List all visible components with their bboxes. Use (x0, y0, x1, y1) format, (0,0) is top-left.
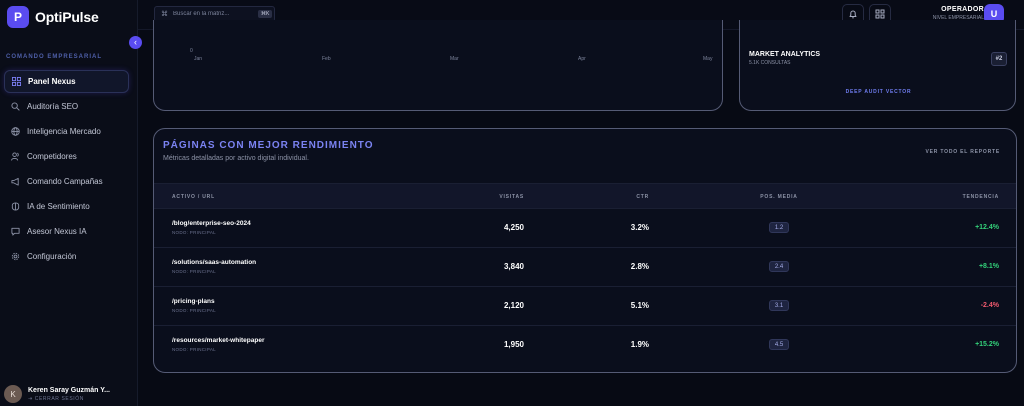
ctr-value: 2.8% (630, 262, 649, 271)
chat-icon (10, 227, 20, 237)
traffic-chart-card: 0 Jan Feb Mar Apr May (153, 20, 723, 111)
sidebar: P OptiPulse COMANDO EMPRESARIAL Panel Ne… (0, 0, 138, 406)
sidebar-item-label: Auditoría SEO (27, 102, 79, 111)
gear-icon (10, 252, 20, 262)
table-row[interactable]: /solutions/saas-automation NODO: PRINCIP… (154, 248, 1016, 287)
search-input[interactable] (173, 11, 253, 17)
chart-y-tick: 0 (190, 48, 193, 54)
brand-name: OptiPulse (35, 9, 99, 25)
logout-label: CERRAR SESIÓN (34, 395, 84, 402)
chart-x-tick: Jan (194, 56, 203, 62)
search-shortcut-badge: ⌘K (258, 10, 273, 18)
ctr-value: 3.2% (630, 223, 649, 232)
sidebar-item-label: Inteligencia Mercado (27, 127, 101, 136)
ctr-value: 1.9% (630, 340, 649, 349)
search-icon (10, 102, 20, 112)
brain-icon (10, 202, 20, 212)
visits-value: 3,840 (503, 262, 524, 271)
rank-badge: #2 (991, 52, 1007, 66)
sidebar-item-label: IA de Sentimiento (27, 202, 90, 211)
view-full-report-link[interactable]: VER TODO EL REPORTE (926, 149, 1000, 155)
visits-value: 2,120 (503, 301, 524, 310)
ctr-value: 5.1% (630, 301, 649, 310)
table-row[interactable]: /blog/enterprise-seo-2024 NODO: PRINCIPA… (154, 209, 1016, 248)
trend-value: +15.2% (975, 341, 999, 348)
market-analytics-title: MARKET ANALYTICS (749, 51, 821, 58)
sidebar-nav: Panel Nexus Auditoría SEO Inteligencia M… (4, 70, 129, 270)
megaphone-icon (10, 177, 20, 187)
sidebar-item-competidores[interactable]: Competidores (4, 145, 129, 168)
sidebar-item-panel-nexus[interactable]: Panel Nexus (4, 70, 129, 93)
avg-position-badge: 4.5 (769, 339, 789, 350)
column-header-visits: VISITAS (499, 194, 524, 200)
page-url: /resources/market-whitepaper (172, 337, 265, 344)
sidebar-item-configuracion[interactable]: Configuración (4, 245, 129, 268)
trend-value: -2.4% (980, 302, 999, 309)
user-footer: K Keren Saray Guzmán Y... ⇥ CERRAR SESIÓ… (4, 385, 110, 403)
sidebar-item-ia-sentimiento[interactable]: IA de Sentimiento (4, 195, 129, 218)
node-label: NODO: PRINCIPAL (172, 347, 216, 352)
chart-x-tick: Mar (450, 56, 459, 62)
chevron-left-icon: ‹ (134, 37, 137, 47)
visits-value: 1,950 (503, 340, 524, 349)
operator-role: OPERADOR (941, 6, 984, 13)
page-url: /blog/enterprise-seo-2024 (172, 220, 251, 227)
avatar[interactable]: K (4, 385, 22, 403)
logout-icon: ⇥ (28, 395, 35, 402)
brand[interactable]: P OptiPulse (7, 6, 99, 28)
table-row[interactable]: /resources/market-whitepaper NODO: PRINC… (154, 326, 1016, 365)
chart-x-tick: May (703, 56, 713, 62)
avg-position-badge: 3.1 (769, 300, 789, 311)
column-header-trend: TENDENCIA (962, 194, 999, 200)
avg-position-badge: 1.2 (769, 222, 789, 233)
sidebar-item-label: Competidores (27, 152, 77, 161)
page-url: /pricing-plans (172, 298, 215, 305)
sidebar-item-label: Panel Nexus (28, 77, 76, 86)
page-url: /solutions/saas-automation (172, 259, 257, 266)
sidebar-item-label: Asesor Nexus IA (27, 227, 87, 236)
logout-button[interactable]: ⇥ CERRAR SESIÓN (28, 396, 110, 402)
collapse-sidebar-button[interactable]: ‹ (129, 36, 142, 49)
sidebar-item-label: Comando Campañas (27, 177, 103, 186)
sidebar-item-auditoria-seo[interactable]: Auditoría SEO (4, 95, 129, 118)
chart-x-tick: Feb (322, 56, 331, 62)
sidebar-item-inteligencia-mercado[interactable]: Inteligencia Mercado (4, 120, 129, 143)
visits-value: 4,250 (503, 223, 524, 232)
command-icon: ⌘ (161, 11, 168, 18)
table-header: ACTIVO / URL VISITAS CTR POS. MEDIA TEND… (154, 183, 1016, 209)
node-label: NODO: PRINCIPAL (172, 269, 216, 274)
brand-logo: P (7, 6, 29, 28)
user-name: Keren Saray Guzmán Y... (28, 386, 110, 394)
top-pages-subtitle: Métricas detalladas por activo digital i… (163, 155, 309, 162)
deep-audit-link[interactable]: DEEP AUDIT VECTOR (740, 89, 1017, 95)
node-label: NODO: PRINCIPAL (172, 230, 216, 235)
trend-value: +8.1% (978, 263, 999, 270)
grid-icon (11, 77, 21, 87)
column-header-avg-position: POS. MEDIA (760, 194, 798, 200)
top-pages-card: PÁGINAS CON MEJOR RENDIMIENTO Métricas d… (153, 128, 1017, 373)
avg-position-badge: 2.4 (769, 261, 789, 272)
chart-x-tick: Apr (578, 56, 586, 62)
market-analytics-card: MARKET ANALYTICS 5.1K CONSULTAS #2 DEEP … (739, 20, 1016, 111)
users-icon (10, 152, 20, 162)
column-header-ctr: CTR (636, 194, 649, 200)
column-header-asset: ACTIVO / URL (172, 194, 215, 200)
globe-icon (10, 127, 20, 137)
market-analytics-subtitle: 5.1K CONSULTAS (749, 60, 791, 66)
trend-value: +12.4% (975, 224, 999, 231)
node-label: NODO: PRINCIPAL (172, 308, 216, 313)
sidebar-item-asesor-nexus-ia[interactable]: Asesor Nexus IA (4, 220, 129, 243)
sidebar-section-label: COMANDO EMPRESARIAL (6, 54, 103, 60)
sidebar-item-comando-campanas[interactable]: Comando Campañas (4, 170, 129, 193)
sidebar-item-label: Configuración (27, 252, 77, 261)
table-row[interactable]: /pricing-plans NODO: PRINCIPAL 2,120 5.1… (154, 287, 1016, 326)
top-pages-title: PÁGINAS CON MEJOR RENDIMIENTO (163, 140, 374, 151)
